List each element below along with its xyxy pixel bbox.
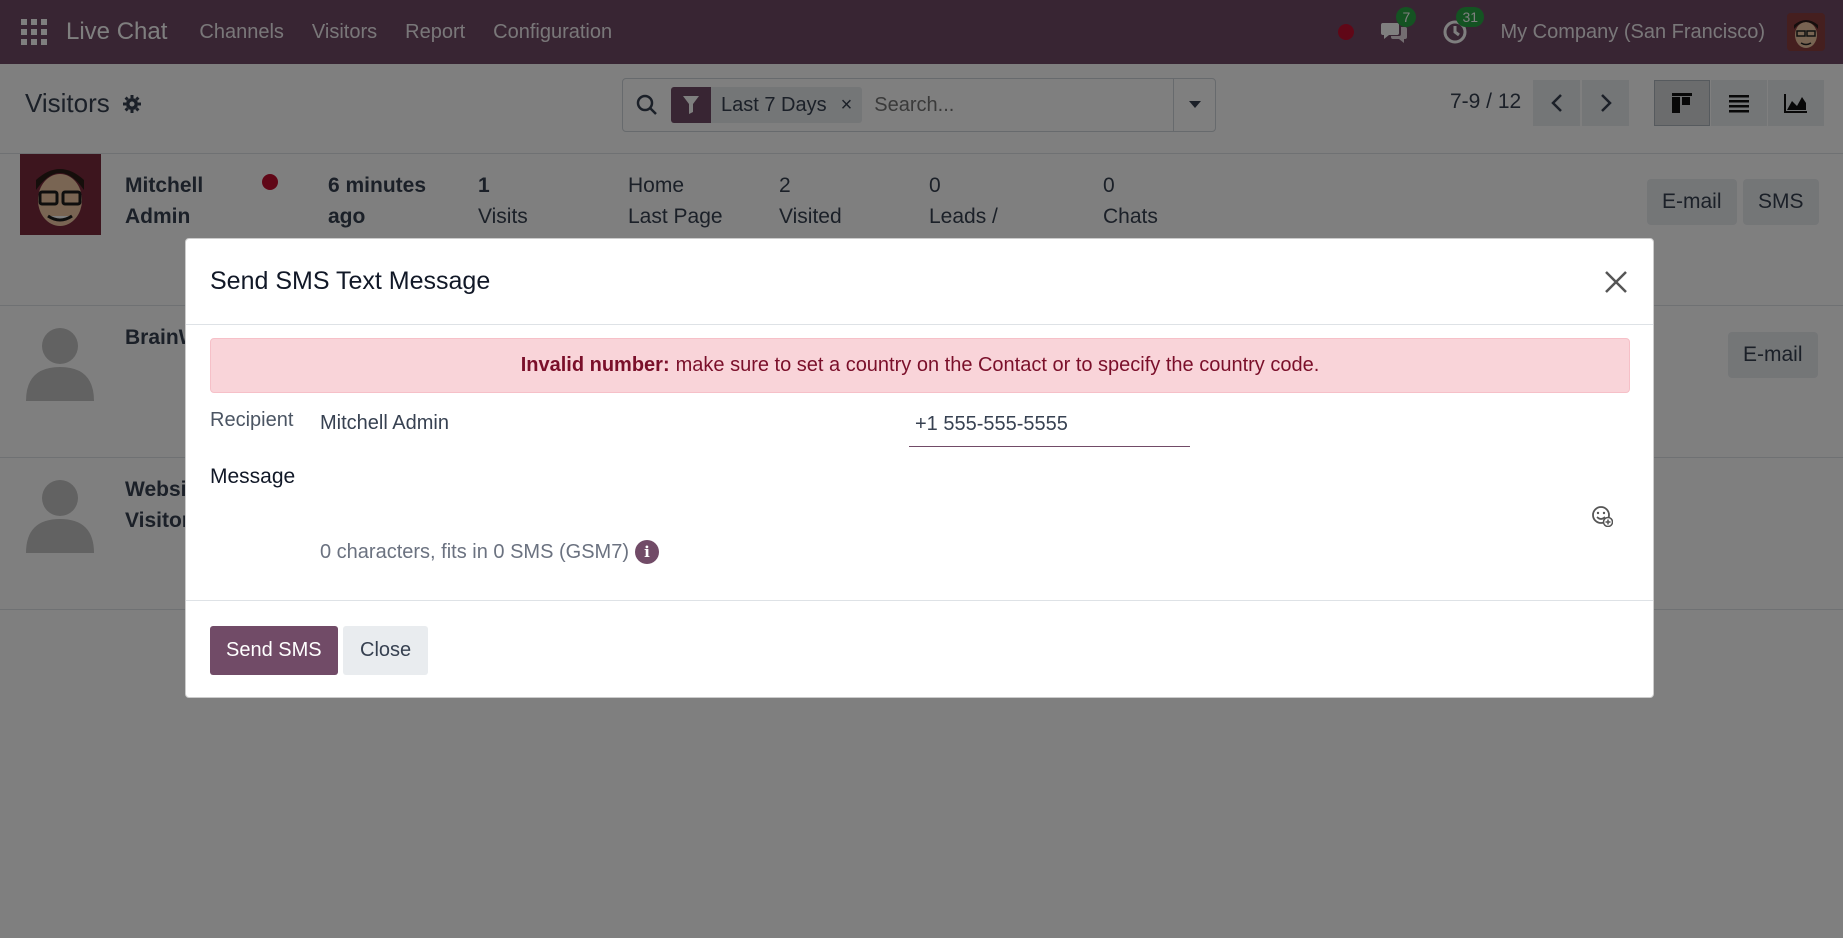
recipient-label: Recipient <box>210 409 294 431</box>
invalid-number-alert: Invalid number: make sure to set a count… <box>210 338 1630 393</box>
send-sms-dialog: Send SMS Text Message Invalid number: ma… <box>185 238 1654 698</box>
recipient-name: Mitchell Admin <box>320 412 449 434</box>
close-icon[interactable] <box>1603 269 1629 295</box>
message-label: Message <box>210 465 296 488</box>
alert-strong-text: Invalid number: <box>520 354 670 376</box>
close-button[interactable]: Close <box>343 626 429 675</box>
info-icon[interactable]: i <box>634 540 659 564</box>
emoji-picker-icon[interactable] <box>1591 505 1613 527</box>
sms-character-count: 0 characters, fits in 0 SMS (GSM7) i <box>320 540 659 564</box>
dialog-title: Send SMS Text Message <box>210 267 491 295</box>
dialog-footer: Send SMS Close <box>186 600 1653 698</box>
send-sms-button[interactable]: Send SMS <box>210 626 338 675</box>
alert-text: make sure to set a country on the Contac… <box>675 354 1320 376</box>
dialog-header: Send SMS Text Message <box>186 239 1653 325</box>
char-count-text: 0 characters, fits in 0 SMS (GSM7) <box>320 540 629 563</box>
recipient-phone-input[interactable] <box>909 402 1190 447</box>
